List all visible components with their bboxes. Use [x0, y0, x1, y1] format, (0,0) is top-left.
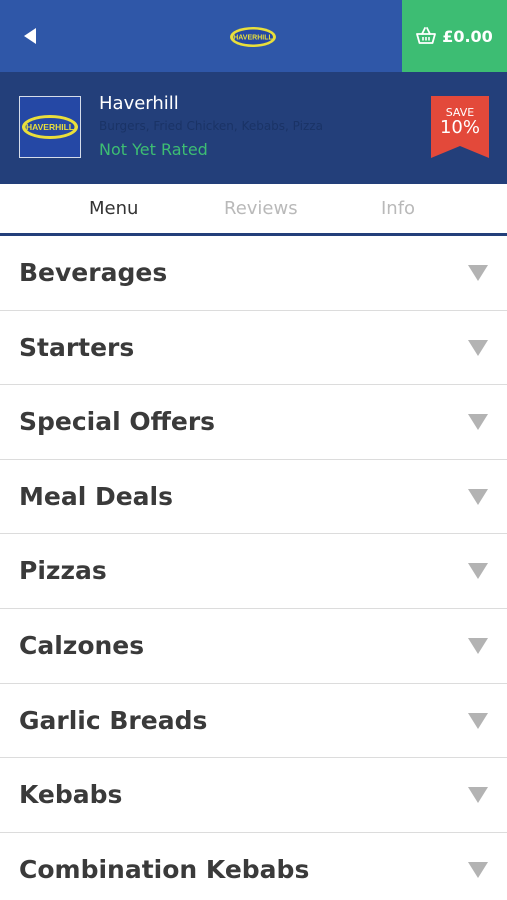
category-row-combination-kebabs[interactable]: Combination Kebabs [0, 833, 507, 900]
restaurant-logo: HAVERHILL [19, 96, 81, 158]
restaurant-header: HAVERHILL Haverhill Burgers, Fried Chick… [0, 72, 507, 184]
save-value: 10% [439, 117, 480, 138]
category-label: Kebabs [19, 780, 123, 810]
chevron-down-icon [468, 488, 488, 505]
category-row-meal-deals[interactable]: Meal Deals [0, 460, 507, 535]
svg-text:HAVERHILL: HAVERHILL [233, 35, 273, 42]
category-label: Meal Deals [19, 481, 174, 511]
chevron-down-icon [468, 637, 488, 654]
chevron-down-icon [468, 339, 488, 356]
category-label: Pizzas [19, 556, 107, 586]
top-bar: HAVERHILL £0.00 [0, 0, 507, 72]
category-label: Starters [19, 332, 135, 362]
chevron-down-icon [468, 563, 488, 580]
tab-bar: Menu Reviews Info [0, 184, 507, 236]
svg-text:HAVERHILL: HAVERHILL [26, 122, 74, 132]
tab-info[interactable]: Info [381, 198, 415, 219]
category-row-starters[interactable]: Starters [0, 311, 507, 386]
category-row-garlic-breads[interactable]: Garlic Breads [0, 684, 507, 759]
category-label: Special Offers [19, 407, 216, 437]
chevron-down-icon [468, 265, 488, 281]
category-row-pizzas[interactable]: Pizzas [0, 534, 507, 609]
category-row-special-offers[interactable]: Special Offers [0, 385, 507, 460]
chevron-down-icon [468, 712, 488, 729]
category-row-beverages[interactable]: Beverages [0, 236, 507, 311]
category-row-calzones[interactable]: Calzones [0, 609, 507, 684]
tab-reviews[interactable]: Reviews [224, 198, 298, 219]
category-label: Combination Kebabs [19, 854, 310, 884]
tab-menu[interactable]: Menu [89, 198, 138, 219]
category-label: Calzones [19, 630, 145, 660]
chevron-down-icon [468, 861, 488, 878]
basket-total: £0.00 [442, 26, 493, 46]
restaurant-rating: Not Yet Rated [99, 140, 208, 159]
restaurant-name: Haverhill [99, 93, 179, 114]
back-button[interactable] [0, 0, 60, 72]
basket-icon [416, 27, 437, 44]
chevron-down-icon [468, 414, 488, 431]
basket-button[interactable]: £0.00 [402, 0, 507, 72]
chevron-down-icon [468, 787, 488, 804]
category-label: Beverages [19, 258, 168, 287]
category-label: Garlic Breads [19, 705, 208, 735]
header-logo: HAVERHILL [229, 26, 277, 48]
back-arrow-icon[interactable] [23, 27, 37, 45]
menu-category-list: Beverages Starters Special Offers Meal D… [0, 236, 507, 900]
category-row-kebabs[interactable]: Kebabs [0, 758, 507, 833]
save-badge: SAVE 10% [431, 96, 489, 158]
restaurant-cuisine: Burgers, Fried Chicken, Kebabs, Pizza [99, 119, 323, 133]
